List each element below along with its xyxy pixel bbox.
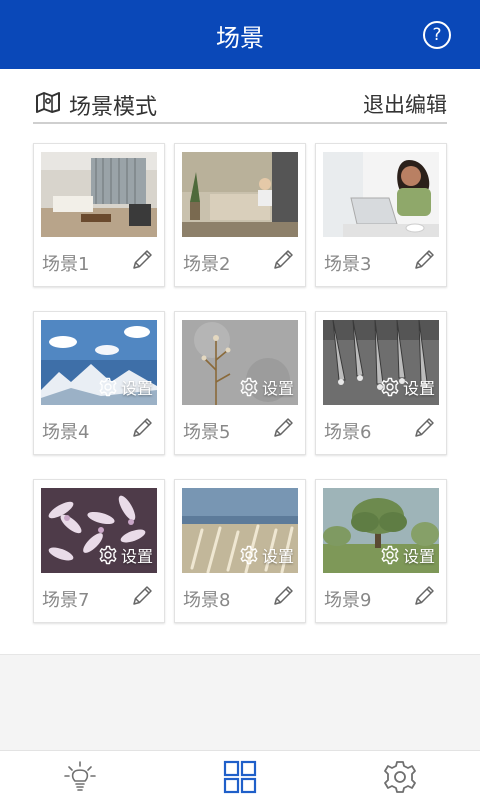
top-bar: 场景 ?: [0, 0, 480, 69]
content-footer-band: [0, 654, 480, 750]
pencil-icon[interactable]: [271, 416, 295, 440]
scene-thumbnail[interactable]: 设置: [182, 488, 298, 573]
scene-thumbnail[interactable]: 设置: [323, 488, 439, 573]
exit-edit-button[interactable]: 退出编辑: [363, 89, 447, 119]
gear-icon[interactable]: [382, 759, 418, 795]
settings-button[interactable]: 设置: [380, 543, 435, 567]
scene-card[interactable]: 场景2: [174, 143, 306, 287]
scene-card[interactable]: 设置 场景4: [33, 311, 165, 455]
pencil-icon[interactable]: [271, 584, 295, 608]
scene-label: 场景2: [183, 254, 231, 275]
scene-thumbnail[interactable]: 设置: [182, 320, 298, 405]
settings-label: 设置: [120, 379, 153, 398]
pencil-icon[interactable]: [412, 248, 436, 272]
settings-button[interactable]: 设置: [98, 375, 153, 399]
page-title: 场景: [216, 24, 264, 52]
scene-label: 场景1: [42, 254, 90, 275]
scene-image: [41, 152, 157, 237]
gear-icon: [240, 377, 258, 397]
settings-label: 设置: [120, 547, 153, 566]
scene-card[interactable]: 设置 场景7: [33, 479, 165, 623]
map-icon: [36, 92, 60, 113]
settings-label: 设置: [261, 547, 294, 566]
settings-label: 设置: [261, 379, 294, 398]
scene-label: 场景7: [42, 590, 90, 611]
scene-image: [182, 152, 298, 237]
section-header: 场景模式 退出编辑: [33, 86, 447, 124]
settings-button[interactable]: 设置: [98, 543, 153, 567]
pencil-icon[interactable]: [130, 416, 154, 440]
scene-label: 场景9: [324, 590, 372, 611]
grid-icon[interactable]: [222, 759, 258, 795]
scene-thumbnail[interactable]: [323, 152, 439, 237]
gear-icon: [99, 377, 117, 397]
pencil-icon[interactable]: [412, 584, 436, 608]
scene-card[interactable]: 设置 场景9: [315, 479, 447, 623]
section-title: 场景模式: [69, 95, 158, 120]
scene-label: 场景6: [324, 422, 372, 443]
scene-thumbnail[interactable]: [41, 152, 157, 237]
settings-button[interactable]: 设置: [239, 375, 294, 399]
scene-thumbnail[interactable]: 设置: [41, 488, 157, 573]
scene-card[interactable]: 场景1: [33, 143, 165, 287]
gear-icon: [240, 545, 258, 565]
scene-thumbnail[interactable]: 设置: [323, 320, 439, 405]
pencil-icon[interactable]: [271, 248, 295, 272]
bottom-nav: [0, 750, 480, 800]
gear-icon: [381, 545, 399, 565]
pencil-icon[interactable]: [412, 416, 436, 440]
scene-card[interactable]: 设置 场景8: [174, 479, 306, 623]
pencil-icon[interactable]: [130, 584, 154, 608]
scene-image: [323, 152, 439, 237]
scene-card[interactable]: 设置 场景5: [174, 311, 306, 455]
help-icon[interactable]: ?: [423, 21, 451, 49]
gear-icon: [381, 377, 399, 397]
settings-label: 设置: [402, 379, 435, 398]
settings-button[interactable]: 设置: [239, 543, 294, 567]
scene-thumbnail[interactable]: 设置: [41, 320, 157, 405]
gear-icon: [99, 545, 117, 565]
scene-label: 场景3: [324, 254, 372, 275]
scene-label: 场景4: [42, 422, 90, 443]
scene-label: 场景8: [183, 590, 231, 611]
scene-label: 场景5: [183, 422, 231, 443]
lightbulb-icon[interactable]: [62, 759, 98, 795]
pencil-icon[interactable]: [130, 248, 154, 272]
settings-button[interactable]: 设置: [380, 375, 435, 399]
scene-card[interactable]: 场景3: [315, 143, 447, 287]
settings-label: 设置: [402, 547, 435, 566]
scene-card[interactable]: 设置 场景6: [315, 311, 447, 455]
scene-thumbnail[interactable]: [182, 152, 298, 237]
